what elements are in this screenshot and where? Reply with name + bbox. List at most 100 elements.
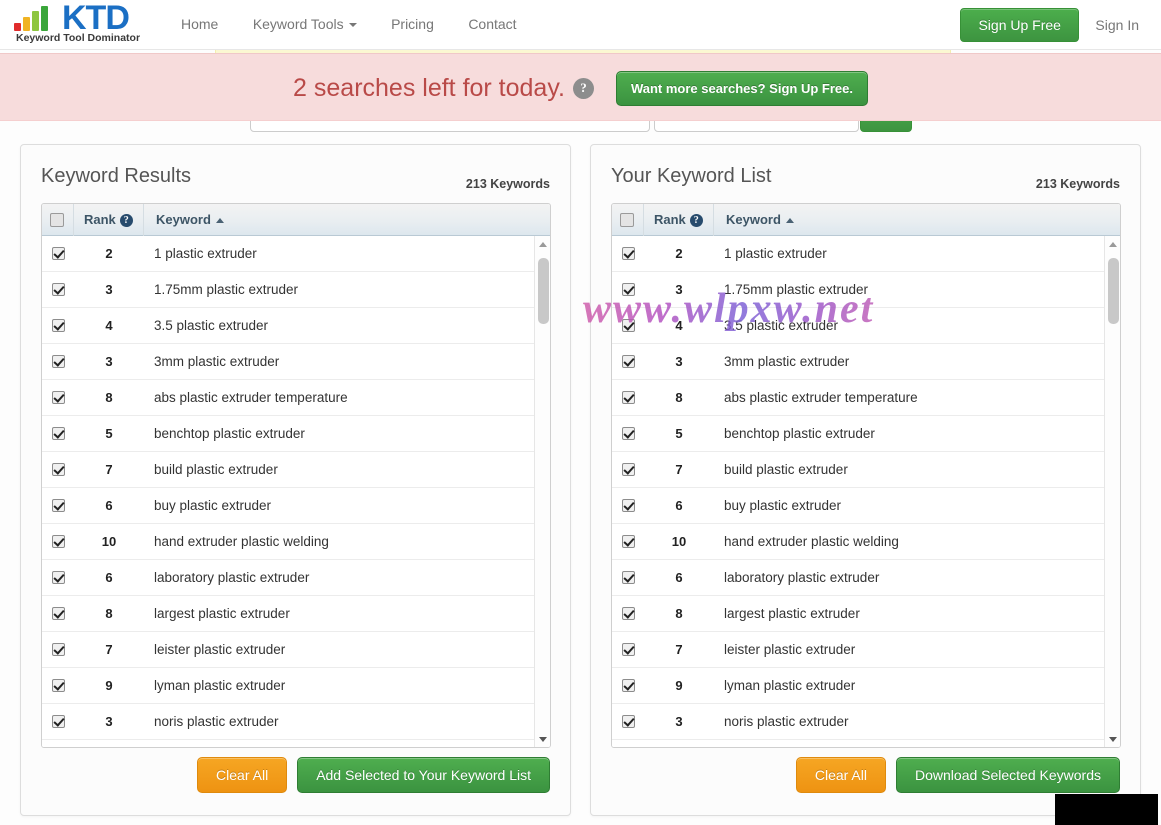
add-selected-button[interactable]: Add Selected to Your Keyword List bbox=[297, 757, 550, 793]
table-scrollbar[interactable] bbox=[534, 236, 550, 747]
table-body[interactable]: 2 1 plastic extruder 3 1.75mm plastic extru… bbox=[612, 236, 1120, 747]
table-row[interactable]: 3 noris plastic extruder bbox=[42, 704, 550, 740]
table-row[interactable]: 4 3.5 plastic extruder bbox=[42, 308, 550, 344]
cell-rank: 4 bbox=[105, 318, 113, 333]
row-checkbox[interactable] bbox=[622, 643, 635, 656]
scroll-down-icon[interactable] bbox=[535, 731, 550, 747]
cell-keyword: build plastic extruder bbox=[154, 462, 278, 477]
table-scrollbar[interactable] bbox=[1104, 236, 1120, 747]
table-row[interactable]: 7 build plastic extruder bbox=[612, 452, 1120, 488]
table-row[interactable]: 9 lyman plastic extruder bbox=[42, 668, 550, 704]
column-header-keyword[interactable]: Keyword bbox=[714, 204, 794, 236]
want-more-searches-button[interactable]: Want more searches? Sign Up Free. bbox=[615, 70, 868, 106]
table-body[interactable]: 2 1 plastic extruder 3 1.75mm plastic extru… bbox=[42, 236, 550, 747]
row-checkbox[interactable] bbox=[52, 463, 65, 476]
row-checkbox[interactable] bbox=[622, 607, 635, 620]
row-checkbox[interactable] bbox=[52, 571, 65, 584]
row-checkbox[interactable] bbox=[622, 283, 635, 296]
row-checkbox[interactable] bbox=[52, 535, 65, 548]
row-checkbox[interactable] bbox=[622, 499, 635, 512]
table-row[interactable]: 8 abs plastic extruder temperature bbox=[42, 380, 550, 416]
keyword-results-panel: Keyword Results 213 Keywords Rank? Keywo… bbox=[20, 144, 571, 816]
select-all-checkbox[interactable] bbox=[620, 213, 634, 227]
nav-item-pricing[interactable]: Pricing bbox=[376, 0, 449, 48]
scroll-up-icon[interactable] bbox=[1105, 236, 1120, 252]
row-checkbox[interactable] bbox=[622, 319, 635, 332]
row-checkbox[interactable] bbox=[622, 463, 635, 476]
row-checkbox[interactable] bbox=[52, 499, 65, 512]
row-checkbox[interactable] bbox=[52, 643, 65, 656]
table-row[interactable]: 3 3mm plastic extruder bbox=[42, 344, 550, 380]
page-root: KTD Keyword Tool Dominator Home Keyword … bbox=[0, 0, 1161, 825]
table-row[interactable]: 2 1 plastic extruder bbox=[42, 236, 550, 272]
clear-all-button[interactable]: Clear All bbox=[795, 757, 886, 793]
table-row[interactable]: 10 hand extruder plastic welding bbox=[612, 524, 1120, 560]
row-checkbox[interactable] bbox=[622, 715, 635, 728]
row-checkbox[interactable] bbox=[622, 679, 635, 692]
table-row[interactable]: 4 3.5 plastic extruder bbox=[612, 308, 1120, 344]
table-row[interactable]: 5 benchtop plastic extruder bbox=[612, 416, 1120, 452]
rank-help-icon[interactable]: ? bbox=[119, 214, 133, 228]
table-row[interactable]: 3 1.75mm plastic extruder bbox=[612, 272, 1120, 308]
table-row[interactable]: 3 3mm plastic extruder bbox=[612, 344, 1120, 380]
row-checkbox[interactable] bbox=[622, 571, 635, 584]
column-header-rank[interactable]: Rank? bbox=[74, 204, 144, 236]
table-row[interactable]: 3 noris plastic extruder bbox=[612, 704, 1120, 740]
table-row[interactable]: 8 abs plastic extruder temperature bbox=[612, 380, 1120, 416]
scrollbar-thumb[interactable] bbox=[538, 258, 549, 324]
cell-keyword: largest plastic extruder bbox=[724, 606, 860, 621]
row-checkbox[interactable] bbox=[52, 355, 65, 368]
table-row[interactable]: 10 hand extruder plastic welding bbox=[42, 524, 550, 560]
scroll-up-icon[interactable] bbox=[535, 236, 550, 252]
sign-in-link[interactable]: Sign In bbox=[1083, 8, 1151, 42]
table-row[interactable]: 9 lyman plastic extruder bbox=[612, 668, 1120, 704]
row-checkbox[interactable] bbox=[622, 391, 635, 404]
table-row[interactable]: 8 largest plastic extruder bbox=[612, 596, 1120, 632]
row-checkbox[interactable] bbox=[52, 319, 65, 332]
table-row[interactable]: 6 laboratory plastic extruder bbox=[612, 560, 1120, 596]
searches-left-banner: 2 searches left for today. ? Want more s… bbox=[0, 53, 1161, 121]
table-row[interactable]: 2 1 plastic extruder bbox=[612, 236, 1120, 272]
table-row[interactable]: 6 buy plastic extruder bbox=[42, 488, 550, 524]
row-checkbox[interactable] bbox=[52, 715, 65, 728]
scrollbar-thumb[interactable] bbox=[1108, 258, 1119, 324]
cell-keyword: 1 plastic extruder bbox=[724, 246, 827, 261]
nav-item-home[interactable]: Home bbox=[166, 0, 233, 48]
rank-help-icon[interactable]: ? bbox=[689, 214, 703, 228]
table-row[interactable]: 5 benchtop plastic extruder bbox=[42, 416, 550, 452]
cell-rank: 3 bbox=[675, 354, 683, 369]
row-checkbox[interactable] bbox=[52, 607, 65, 620]
help-icon[interactable]: ? bbox=[572, 77, 594, 99]
site-logo[interactable]: KTD Keyword Tool Dominator bbox=[14, 0, 164, 47]
row-checkbox[interactable] bbox=[622, 535, 635, 548]
your-keyword-list-actions: Clear All Download Selected Keywords bbox=[795, 757, 1120, 793]
nav-item-keyword-tools[interactable]: Keyword Tools bbox=[238, 0, 372, 48]
table-row[interactable]: 7 leister plastic extruder bbox=[612, 632, 1120, 668]
cell-rank: 3 bbox=[105, 714, 113, 729]
row-checkbox[interactable] bbox=[622, 247, 635, 260]
clear-all-button[interactable]: Clear All bbox=[197, 757, 288, 793]
cell-rank: 6 bbox=[675, 570, 683, 585]
table-row[interactable]: 6 laboratory plastic extruder bbox=[42, 560, 550, 596]
sign-up-free-button[interactable]: Sign Up Free bbox=[960, 8, 1079, 42]
table-row[interactable]: 7 leister plastic extruder bbox=[42, 632, 550, 668]
table-row[interactable]: 8 largest plastic extruder bbox=[42, 596, 550, 632]
scroll-down-icon[interactable] bbox=[1105, 731, 1120, 747]
column-header-rank[interactable]: Rank? bbox=[644, 204, 714, 236]
column-header-keyword[interactable]: Keyword bbox=[144, 204, 224, 236]
table-row[interactable]: 7 build plastic extruder bbox=[42, 452, 550, 488]
row-checkbox[interactable] bbox=[622, 427, 635, 440]
download-selected-button[interactable]: Download Selected Keywords bbox=[896, 757, 1120, 793]
row-checkbox[interactable] bbox=[622, 355, 635, 368]
row-checkbox[interactable] bbox=[52, 283, 65, 296]
row-checkbox[interactable] bbox=[52, 391, 65, 404]
nav-item-contact[interactable]: Contact bbox=[453, 0, 531, 48]
cell-rank: 2 bbox=[105, 246, 113, 261]
row-checkbox[interactable] bbox=[52, 679, 65, 692]
row-checkbox[interactable] bbox=[52, 247, 65, 260]
row-checkbox[interactable] bbox=[52, 427, 65, 440]
table-row[interactable]: 6 buy plastic extruder bbox=[612, 488, 1120, 524]
table-row[interactable]: 3 1.75mm plastic extruder bbox=[42, 272, 550, 308]
panel-title: Your Keyword List bbox=[611, 165, 772, 187]
select-all-checkbox[interactable] bbox=[50, 213, 64, 227]
